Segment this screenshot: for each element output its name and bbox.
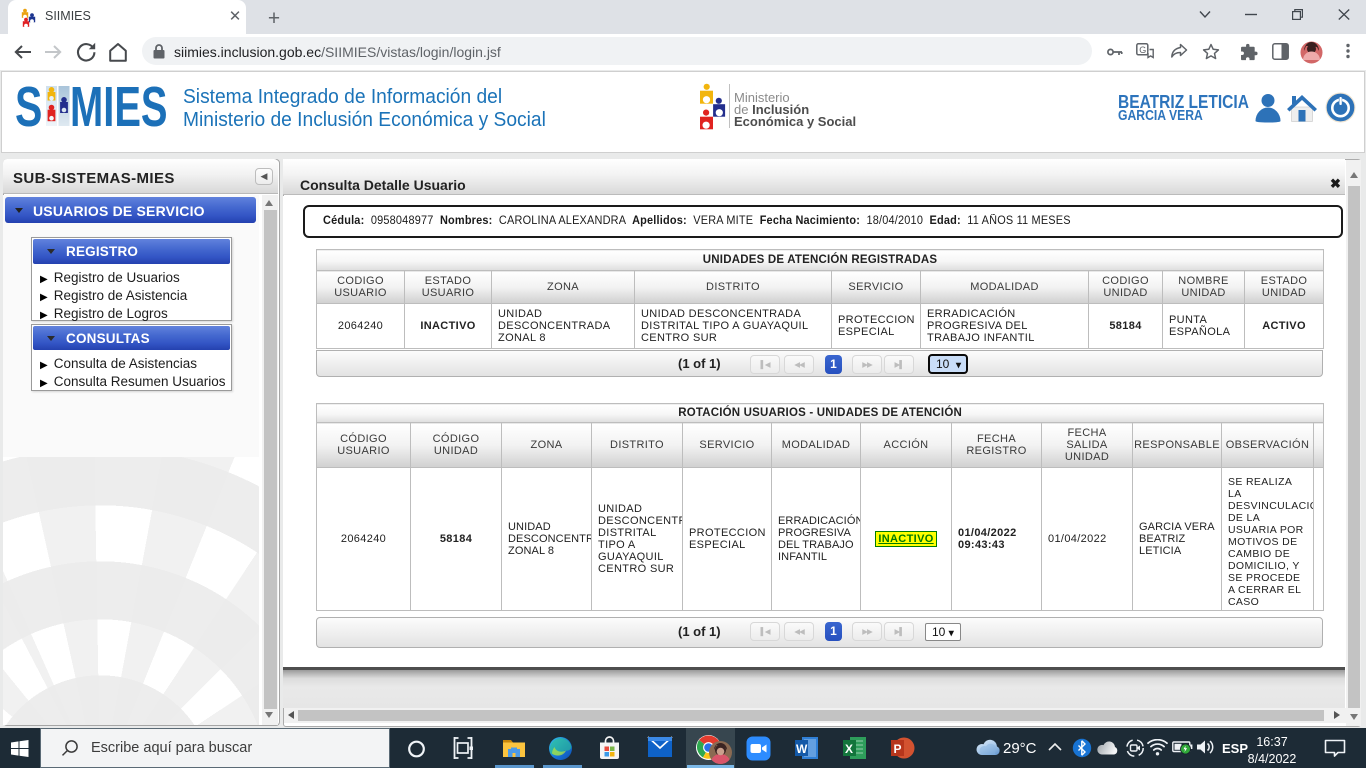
svg-text:W: W (796, 742, 808, 756)
svg-text:X: X (845, 742, 853, 756)
svg-text:G: G (1139, 45, 1146, 55)
svg-text:P: P (894, 742, 902, 756)
